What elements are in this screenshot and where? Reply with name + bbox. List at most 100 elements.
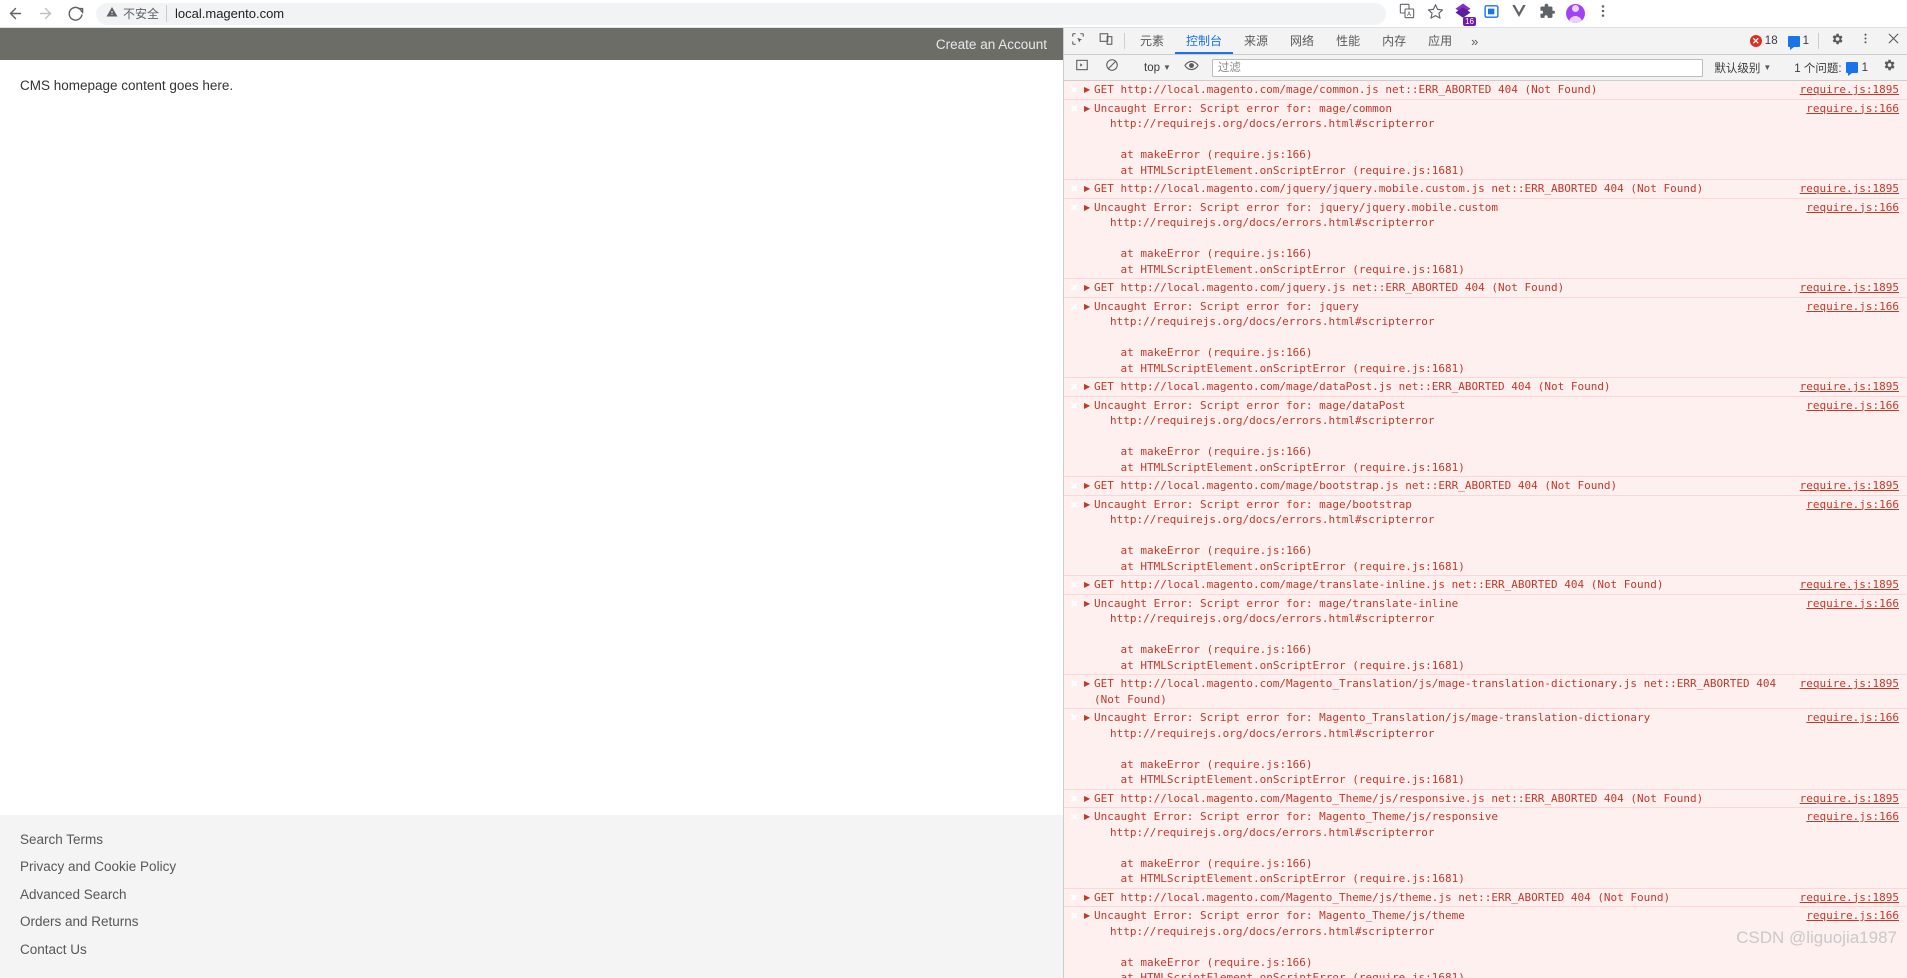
console-message-row[interactable]: ▶ GET http://local.magento.com/Magento_Th…: [1064, 789, 1907, 808]
devtools-settings-button[interactable]: [1823, 28, 1851, 54]
create-account-link[interactable]: Create an Account: [936, 37, 1047, 52]
device-toolbar-button[interactable]: [1092, 28, 1120, 54]
console-message-source-link[interactable]: require.js:166: [1806, 596, 1907, 612]
tab-console[interactable]: 控制台: [1175, 28, 1234, 54]
expand-triangle-icon[interactable]: ▶: [1084, 478, 1094, 494]
console-settings-button[interactable]: [1875, 58, 1903, 77]
tab-memory[interactable]: 内存: [1371, 28, 1417, 54]
footer-link-search-terms[interactable]: Search Terms: [20, 832, 103, 847]
console-message-source-link[interactable]: require.js:166: [1806, 908, 1907, 924]
expand-triangle-icon[interactable]: ▶: [1084, 676, 1094, 707]
warning-count-label: 1: [1802, 35, 1809, 47]
expand-triangle-icon[interactable]: ▶: [1084, 908, 1094, 978]
console-message-row[interactable]: ▶ Uncaught Error: Script error for: Magen…: [1064, 709, 1907, 790]
console-message-row[interactable]: ▶ Uncaught Error: Script error for: mage/…: [1064, 396, 1907, 477]
console-message-source-link[interactable]: require.js:1895: [1800, 280, 1907, 296]
expand-triangle-icon[interactable]: ▶: [1084, 809, 1094, 887]
console-message-list[interactable]: ▶ GET http://local.magento.com/mage/commo…: [1064, 81, 1907, 978]
expand-triangle-icon[interactable]: ▶: [1084, 398, 1094, 476]
extension-vimium-button[interactable]: [1506, 1, 1532, 27]
reload-button[interactable]: [60, 0, 90, 28]
expand-triangle-icon[interactable]: ▶: [1084, 200, 1094, 278]
extension-purple-button[interactable]: 16: [1450, 1, 1476, 27]
footer-link-contact-us[interactable]: Contact Us: [20, 942, 87, 957]
console-message-row[interactable]: ▶ GET http://local.magento.com/jquery/jqu…: [1064, 180, 1907, 199]
console-filter-input[interactable]: [1211, 58, 1704, 77]
log-level-selector[interactable]: 默认级别 ▼: [1709, 60, 1776, 76]
console-message-source-link[interactable]: require.js:166: [1806, 710, 1907, 726]
console-message-source-link[interactable]: require.js:1895: [1800, 478, 1907, 494]
profile-button[interactable]: [1562, 1, 1588, 27]
back-button[interactable]: [0, 0, 30, 28]
expand-triangle-icon[interactable]: ▶: [1084, 379, 1094, 395]
forward-button[interactable]: [30, 0, 60, 28]
console-message-source-link[interactable]: require.js:1895: [1800, 181, 1907, 197]
console-message-source-link[interactable]: require.js:166: [1806, 398, 1907, 414]
console-message-source-link[interactable]: require.js:1895: [1800, 82, 1907, 98]
console-message-row[interactable]: ▶ Uncaught Error: Script error for: mage/…: [1064, 99, 1907, 180]
inspect-element-button[interactable]: [1064, 28, 1092, 54]
tab-performance[interactable]: 性能: [1325, 28, 1371, 54]
console-message-row[interactable]: ▶ GET http://local.magento.com/Magento_Th…: [1064, 888, 1907, 907]
console-message-row[interactable]: ▶ GET http://local.magento.com/mage/commo…: [1064, 81, 1907, 100]
console-message-source-link[interactable]: require.js:1895: [1800, 676, 1907, 692]
expand-triangle-icon[interactable]: ▶: [1084, 791, 1094, 807]
console-message-row[interactable]: ▶ Uncaught Error: Script error for: mage/…: [1064, 594, 1907, 675]
tab-elements[interactable]: 元素: [1129, 28, 1175, 54]
tab-network[interactable]: 网络: [1279, 28, 1325, 54]
error-count-badge[interactable]: ✕ 18: [1747, 35, 1781, 47]
console-message-source-link[interactable]: require.js:1895: [1800, 890, 1907, 906]
console-message-row[interactable]: ▶ Uncaught Error: Script error for: jquer…: [1064, 198, 1907, 279]
console-message-row[interactable]: ▶ GET http://local.magento.com/jquery.js …: [1064, 279, 1907, 298]
console-message-source-link[interactable]: require.js:1895: [1800, 379, 1907, 395]
extension-blue-button[interactable]: [1478, 1, 1504, 27]
footer-link-privacy-policy[interactable]: Privacy and Cookie Policy: [20, 859, 176, 874]
footer-link-advanced-search[interactable]: Advanced Search: [20, 887, 127, 902]
tab-application[interactable]: 应用: [1417, 28, 1463, 54]
console-message-row[interactable]: ▶ GET http://local.magento.com/mage/dataP…: [1064, 378, 1907, 397]
console-message-row[interactable]: ▶ GET http://local.magento.com/mage/boots…: [1064, 477, 1907, 496]
warning-count-badge[interactable]: 1: [1785, 35, 1812, 50]
expand-triangle-icon[interactable]: ▶: [1084, 280, 1094, 296]
console-message-text: GET http://local.magento.com/Magento_Tra…: [1094, 677, 1783, 706]
expand-triangle-icon[interactable]: ▶: [1084, 890, 1094, 906]
expand-triangle-icon[interactable]: ▶: [1084, 497, 1094, 575]
footer-link-orders-returns[interactable]: Orders and Returns: [20, 914, 139, 929]
expand-triangle-icon[interactable]: ▶: [1084, 299, 1094, 377]
console-message-row[interactable]: ▶ Uncaught Error: Script error for: mage/…: [1064, 495, 1907, 576]
expand-triangle-icon[interactable]: ▶: [1084, 101, 1094, 179]
puzzle-piece-icon: [1539, 3, 1556, 25]
execute-script-button[interactable]: [1068, 58, 1096, 77]
expand-triangle-icon[interactable]: ▶: [1084, 710, 1094, 788]
console-message-source-link[interactable]: require.js:166: [1806, 497, 1907, 513]
extensions-button[interactable]: [1534, 1, 1560, 27]
expand-triangle-icon[interactable]: ▶: [1084, 181, 1094, 197]
console-message-source-link[interactable]: require.js:166: [1806, 101, 1907, 117]
console-message-source-link[interactable]: require.js:166: [1806, 299, 1907, 315]
console-message-row[interactable]: ▶ Uncaught Error: Script error for: Magen…: [1064, 907, 1907, 978]
tab-sources[interactable]: 来源: [1233, 28, 1279, 54]
browser-menu-button[interactable]: [1590, 1, 1616, 27]
expand-triangle-icon[interactable]: ▶: [1084, 577, 1094, 593]
console-message-source-link[interactable]: require.js:166: [1806, 809, 1907, 825]
clear-console-button[interactable]: [1098, 58, 1126, 77]
issues-bar-link[interactable]: 1 个问题: 1: [1789, 60, 1873, 76]
console-message-row[interactable]: ▶ Uncaught Error: Script error for: jquer…: [1064, 297, 1907, 378]
console-message-source-link[interactable]: require.js:166: [1806, 200, 1907, 216]
console-message-source-link[interactable]: require.js:1895: [1800, 577, 1907, 593]
expand-triangle-icon[interactable]: ▶: [1084, 82, 1094, 98]
devtools-more-options-button[interactable]: [1851, 28, 1879, 54]
devtools-close-button[interactable]: [1879, 28, 1907, 54]
list-item: Search Terms: [20, 831, 1063, 849]
bookmark-button[interactable]: [1422, 1, 1448, 27]
translate-button[interactable]: A: [1394, 1, 1420, 27]
console-message-row[interactable]: ▶ Uncaught Error: Script error for: Magen…: [1064, 808, 1907, 889]
console-message-source-link[interactable]: require.js:1895: [1800, 791, 1907, 807]
console-message-row[interactable]: ▶ GET http://local.magento.com/mage/trans…: [1064, 576, 1907, 595]
live-expression-button[interactable]: [1178, 58, 1206, 78]
more-tabs-button[interactable]: »: [1463, 28, 1486, 54]
execution-context-selector[interactable]: top ▼: [1139, 62, 1176, 74]
address-bar[interactable]: 不安全 local.magento.com: [96, 2, 1386, 25]
expand-triangle-icon[interactable]: ▶: [1084, 596, 1094, 674]
console-message-row[interactable]: ▶ GET http://local.magento.com/Magento_Tr…: [1064, 675, 1907, 709]
